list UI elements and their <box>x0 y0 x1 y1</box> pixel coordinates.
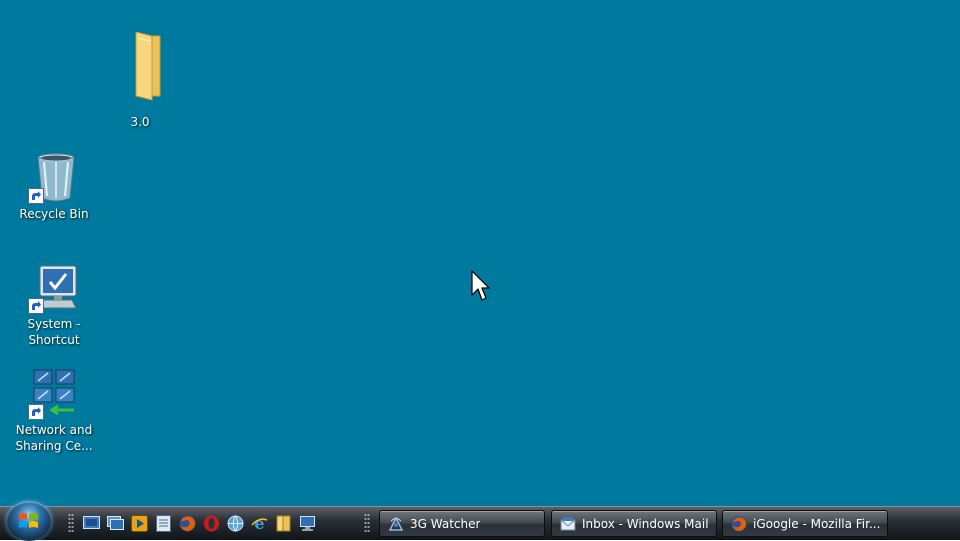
taskbar: e 3G Watcher Inbox - Windows Mail iGoogl… <box>0 501 960 541</box>
taskbar-button-windows-mail[interactable]: Inbox - Windows Mail <box>551 510 717 537</box>
desktop-icon-label: System - Shortcut <box>27 317 81 347</box>
start-button[interactable] <box>6 501 52 541</box>
taskbar-grip[interactable] <box>364 513 370 533</box>
shortcut-arrow-icon <box>28 404 44 420</box>
desktop-icon-system-shortcut[interactable]: System - Shortcut <box>10 262 98 348</box>
switch-windows-icon[interactable] <box>106 514 125 533</box>
windows-mail-icon <box>560 516 576 532</box>
task-label: 3G Watcher <box>410 516 481 531</box>
desktop-icon-folder-3-0[interactable]: 3.0 <box>96 32 184 130</box>
folder-icon <box>114 32 166 101</box>
folder-icon[interactable] <box>274 514 293 533</box>
3g-watcher-icon <box>388 515 404 532</box>
task-label: Inbox - Windows Mail <box>582 516 709 531</box>
windows-logo-icon <box>19 513 38 528</box>
shortcut-arrow-icon <box>28 188 44 204</box>
opera-icon[interactable] <box>202 514 221 533</box>
taskbar-button-3g-watcher[interactable]: 3G Watcher <box>379 510 545 537</box>
task-label: iGoogle - Mozilla Fir... <box>753 516 881 531</box>
firefox-icon <box>731 516 747 532</box>
desktop[interactable]: 3.0 Recycle Bin System - Shortcut Networ… <box>0 0 960 506</box>
quick-launch-bar: e <box>82 514 317 533</box>
network-sharing-icon <box>28 368 80 420</box>
mouse-cursor-icon <box>471 270 490 301</box>
desktop-icon-recycle-bin[interactable]: Recycle Bin <box>10 152 98 222</box>
quick-launch-grip[interactable] <box>68 513 74 533</box>
show-desktop-icon[interactable] <box>82 514 101 533</box>
system-icon <box>28 262 80 314</box>
internet-explorer-icon[interactable]: e <box>250 514 269 533</box>
media-player-icon[interactable] <box>130 514 149 533</box>
shortcut-arrow-icon <box>28 298 44 314</box>
taskbar-button-igoogle-firefox[interactable]: iGoogle - Mozilla Fir... <box>722 510 888 537</box>
recycle-bin-icon <box>28 152 80 204</box>
notepad-icon[interactable] <box>154 514 173 533</box>
desktop-icon-label: Recycle Bin <box>19 207 89 221</box>
firefox-icon[interactable] <box>178 514 197 533</box>
desktop-icon-network-sharing[interactable]: Network and Sharing Ce... <box>10 368 98 454</box>
desktop-icon-label: 3.0 <box>130 115 150 129</box>
desktop-icon-label: Network and Sharing Ce... <box>15 423 93 453</box>
svg-text:e: e <box>254 515 264 532</box>
computer-icon[interactable] <box>298 514 317 533</box>
browser-globe-icon[interactable] <box>226 514 245 533</box>
